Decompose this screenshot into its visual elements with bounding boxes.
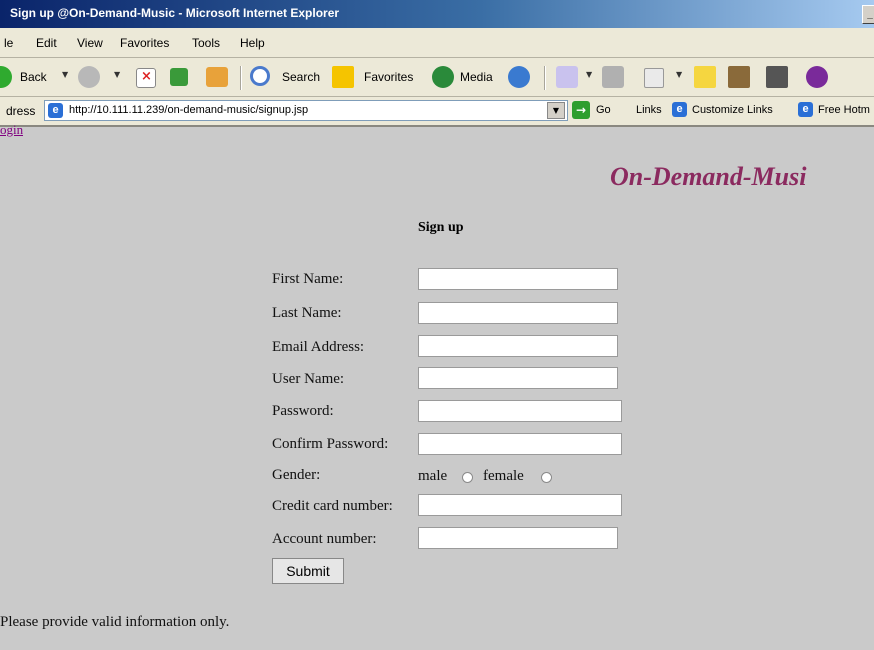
toolbar-separator [544, 66, 546, 90]
email-label: Email Address: [272, 339, 365, 355]
gender-female-label: female [483, 468, 524, 484]
media-button[interactable]: Media [460, 70, 493, 84]
back-button[interactable]: Back [20, 70, 47, 84]
username-label: User Name: [272, 371, 345, 387]
menu-file[interactable]: le [4, 36, 13, 50]
history-icon[interactable] [508, 66, 530, 88]
menu-edit[interactable]: Edit [36, 36, 57, 50]
address-label: dress [6, 104, 36, 118]
credit-card-label: Credit card number: [272, 498, 393, 514]
edit-word-icon[interactable] [644, 68, 664, 88]
last-name-label: Last Name: [272, 305, 342, 321]
address-dropdown-icon[interactable]: ▼ [547, 102, 565, 119]
customize-links-link[interactable]: Customize Links [692, 104, 773, 116]
menu-help[interactable]: Help [240, 36, 265, 50]
free-hotmail-icon[interactable]: e [798, 102, 813, 117]
stop-icon[interactable]: × [136, 68, 156, 88]
menu-tools[interactable]: Tools [192, 36, 220, 50]
account-number-label: Account number: [272, 531, 377, 547]
credit-card-input[interactable] [418, 494, 622, 516]
mail-icon[interactable] [556, 66, 578, 88]
favorites-star-icon[interactable] [332, 66, 354, 88]
password-input[interactable] [418, 400, 622, 422]
gender-male-label: male [418, 468, 448, 484]
title-bar: Sign up @On-Demand-Music - Microsoft Int… [0, 0, 874, 28]
info-notice: Please provide valid information only. [0, 614, 230, 630]
forward-dropdown-icon[interactable]: ▼ [114, 70, 120, 79]
confirm-password-label: Confirm Password: [272, 436, 389, 452]
address-url[interactable]: http://10.111.11.239/on-demand-music/sig… [69, 104, 308, 116]
discuss-note-icon[interactable] [694, 66, 716, 88]
confirm-password-input[interactable] [418, 433, 622, 455]
window-title: Sign up @On-Demand-Music - Microsoft Int… [10, 6, 340, 20]
menu-view[interactable]: View [77, 36, 103, 50]
account-number-input[interactable] [418, 527, 618, 549]
first-name-label: First Name: [272, 271, 344, 287]
toolbar: Back ▼ ▼ × Search Favorites Media ▼ ▼ [0, 58, 874, 97]
gender-male-radio[interactable] [462, 472, 473, 483]
media-icon[interactable] [432, 66, 454, 88]
free-hotmail-link[interactable]: Free Hotm [818, 104, 870, 116]
messenger-icon[interactable] [766, 66, 788, 88]
submit-button[interactable]: Submit [272, 558, 344, 584]
search-icon[interactable] [250, 66, 270, 86]
go-arrow-icon[interactable]: → [572, 101, 590, 119]
print-icon[interactable] [602, 66, 624, 88]
refresh-icon[interactable] [170, 68, 188, 86]
password-label: Password: [272, 403, 334, 419]
site-title: On-Demand-Musi [610, 162, 807, 191]
first-name-input[interactable] [418, 268, 618, 290]
form-heading: Sign up [418, 220, 464, 235]
login-link[interactable]: ogin [0, 125, 23, 137]
forward-arrow-icon[interactable] [78, 66, 100, 88]
yahoo-icon[interactable] [806, 66, 828, 88]
edit-dropdown-icon[interactable]: ▼ [676, 70, 682, 79]
gender-label: Gender: [272, 467, 321, 483]
search-button[interactable]: Search [282, 70, 320, 84]
favorites-button[interactable]: Favorites [364, 70, 413, 84]
home-icon[interactable] [206, 67, 228, 87]
customize-links-icon[interactable]: e [672, 102, 687, 117]
minimize-button[interactable]: _ [862, 5, 874, 24]
last-name-input[interactable] [418, 302, 618, 324]
research-icon[interactable] [728, 66, 750, 88]
username-input[interactable] [418, 367, 618, 389]
address-bar: dress e http://10.111.11.239/on-demand-m… [0, 97, 874, 127]
back-arrow-icon[interactable] [0, 66, 12, 88]
mail-dropdown-icon[interactable]: ▼ [586, 70, 592, 79]
back-dropdown-icon[interactable]: ▼ [62, 70, 68, 79]
gender-female-radio[interactable] [541, 472, 552, 483]
menu-bar: le Edit View Favorites Tools Help [0, 28, 874, 58]
go-button[interactable]: Go [596, 104, 611, 116]
toolbar-separator [240, 66, 242, 90]
ie-page-icon: e [48, 103, 63, 118]
links-label[interactable]: Links [636, 104, 662, 116]
email-input[interactable] [418, 335, 618, 357]
address-input[interactable]: e http://10.111.11.239/on-demand-music/s… [44, 100, 568, 121]
menu-favorites[interactable]: Favorites [120, 36, 169, 50]
